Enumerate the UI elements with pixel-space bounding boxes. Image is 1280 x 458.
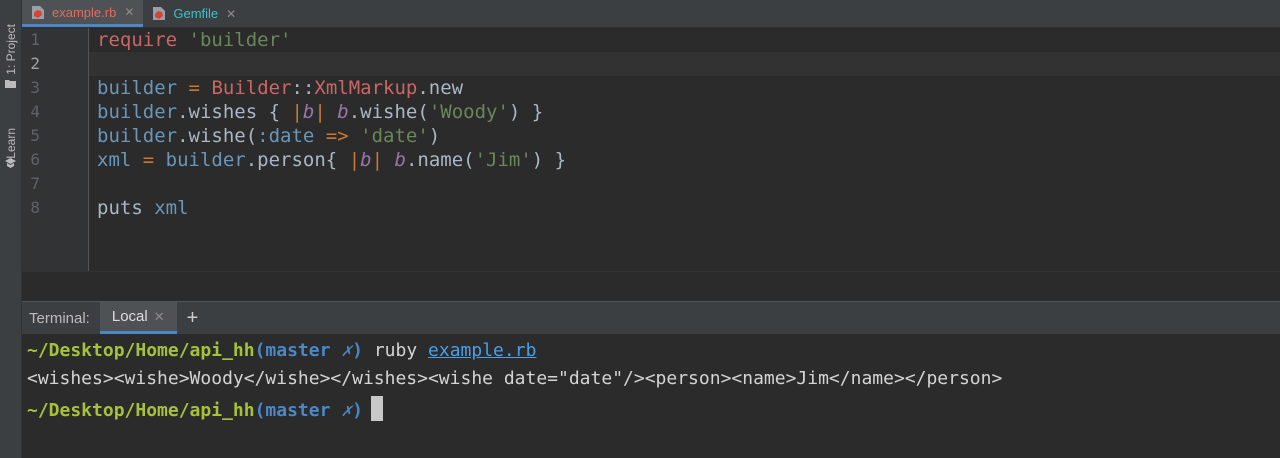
constant: XmlMarkup: [314, 77, 418, 99]
command: ruby: [373, 340, 418, 361]
block-param: b: [337, 101, 349, 123]
git-branch: master: [265, 340, 331, 361]
terminal-header: Terminal: Local ✕ +: [22, 301, 1280, 334]
prompt-path: ~/Desktop/Home/api_hh: [27, 400, 255, 421]
learn-tool-label: Learn: [3, 127, 18, 159]
string-literal: 'date': [348, 125, 429, 147]
git-branch: master: [265, 400, 331, 421]
terminal-tab-label: Local: [111, 308, 148, 325]
pipe: |: [348, 149, 361, 171]
prompt-paren: ): [352, 400, 363, 421]
prompt-paren: (: [254, 340, 266, 361]
line-number: 3: [30, 78, 40, 97]
string-literal: 'Woody': [428, 101, 509, 123]
method-call: .new: [417, 77, 464, 99]
code-line-1: require 'builder': [97, 28, 291, 52]
dirty-marker: ✗: [341, 340, 353, 361]
line-number-gutter: 1 2 3 4 5 6 7 8: [22, 28, 89, 271]
string-literal: 'Jim': [474, 149, 532, 171]
method-call: .wishes {: [177, 101, 292, 123]
gemfile-icon: [153, 7, 166, 20]
tab-example-rb[interactable]: example.rb ✕: [22, 0, 144, 27]
current-line-highlight: [89, 52, 1280, 76]
line-number: 8: [30, 198, 40, 217]
folder-icon: [1, 76, 20, 90]
code-editor[interactable]: 1 2 3 4 5 6 7 8 require 'builder' builde…: [22, 28, 1280, 271]
terminal-line-2: <wishes><wishe>Woody</wishe></wishes><wi…: [27, 368, 1003, 389]
code-line-6: xml = builder.person{ |b| b.name('Jim') …: [97, 148, 566, 172]
identifier: builder: [97, 125, 178, 147]
scope-operator: ::: [291, 77, 315, 99]
project-tool-label: 1: Project: [3, 23, 18, 75]
prompt-paren: (: [254, 400, 266, 421]
identifier: builder: [165, 149, 246, 171]
line-number: 6: [30, 150, 40, 169]
punctuation: ): [428, 125, 441, 147]
keyword: require: [97, 29, 178, 51]
add-terminal-button[interactable]: +: [187, 307, 199, 330]
line-number: 2: [30, 54, 40, 73]
block-param: b: [394, 149, 406, 171]
identifier: builder: [97, 77, 178, 99]
line-number: 1: [30, 30, 40, 49]
code-line-4: builder.wishes { |b| b.wishe('Woody') }: [97, 100, 543, 124]
close-icon[interactable]: ✕: [124, 5, 134, 19]
operator: =>: [314, 125, 349, 147]
method-call: .wishe(: [348, 101, 429, 123]
learn-icon: [1, 156, 20, 170]
terminal-tab-local[interactable]: Local ✕: [99, 302, 177, 334]
punctuation: ) }: [531, 149, 567, 171]
identifier: xml: [97, 149, 132, 171]
operator: =: [131, 149, 166, 171]
line-number: 5: [30, 126, 40, 145]
tab-label: Gemfile: [173, 6, 219, 21]
constant: Builder: [211, 77, 292, 99]
block-param: b: [302, 101, 315, 123]
terminal-label: Terminal:: [29, 309, 90, 327]
editor-tab-bar: example.rb ✕ Gemfile ✕: [22, 0, 1280, 28]
pipe: |: [291, 101, 303, 123]
close-icon[interactable]: ✕: [154, 309, 165, 325]
tab-gemfile[interactable]: Gemfile ✕: [143, 0, 245, 27]
terminal-cursor: [370, 396, 383, 421]
identifier: puts: [97, 197, 143, 219]
ruby-file-icon: [32, 5, 44, 19]
prompt-paren: ): [352, 340, 363, 361]
pipe: |: [314, 101, 326, 123]
block-param: b: [360, 149, 372, 171]
line-number: 4: [30, 102, 40, 121]
left-tool-strip: 1: Project Learn: [0, 0, 22, 458]
method-call: .wishe(: [177, 125, 258, 147]
terminal-line-1: ~/Desktop/Home/api_hh(master ✗) ruby exa…: [27, 340, 536, 361]
prompt-path: ~/Desktop/Home/api_hh: [27, 340, 255, 361]
tab-label: example.rb: [52, 4, 117, 20]
code-line-5: builder.wishe(:date => 'date'): [97, 124, 440, 148]
terminal-line-3: ~/Desktop/Home/api_hh(master ✗): [27, 396, 383, 421]
pipe: |: [371, 149, 384, 171]
code-line-8: puts xml: [97, 196, 189, 220]
punctuation: ) }: [508, 101, 544, 123]
identifier: builder: [97, 101, 178, 123]
code-line-3: builder = Builder::XmlMarkup.new: [97, 76, 463, 100]
symbol: :date: [257, 125, 315, 147]
identifier: xml: [142, 197, 189, 219]
method-call: .person{: [245, 149, 349, 171]
dirty-marker: ✗: [341, 400, 353, 421]
terminal-output[interactable]: ~/Desktop/Home/api_hh(master ✗) ruby exa…: [22, 334, 1280, 458]
method-call: .name(: [405, 149, 475, 171]
close-icon[interactable]: ✕: [226, 7, 236, 21]
editor-bottom-strip: [22, 271, 1280, 302]
line-number: 7: [30, 174, 40, 193]
operator: =: [188, 77, 200, 99]
file-link[interactable]: example.rb: [428, 340, 536, 361]
string-literal: 'builder': [188, 29, 292, 51]
